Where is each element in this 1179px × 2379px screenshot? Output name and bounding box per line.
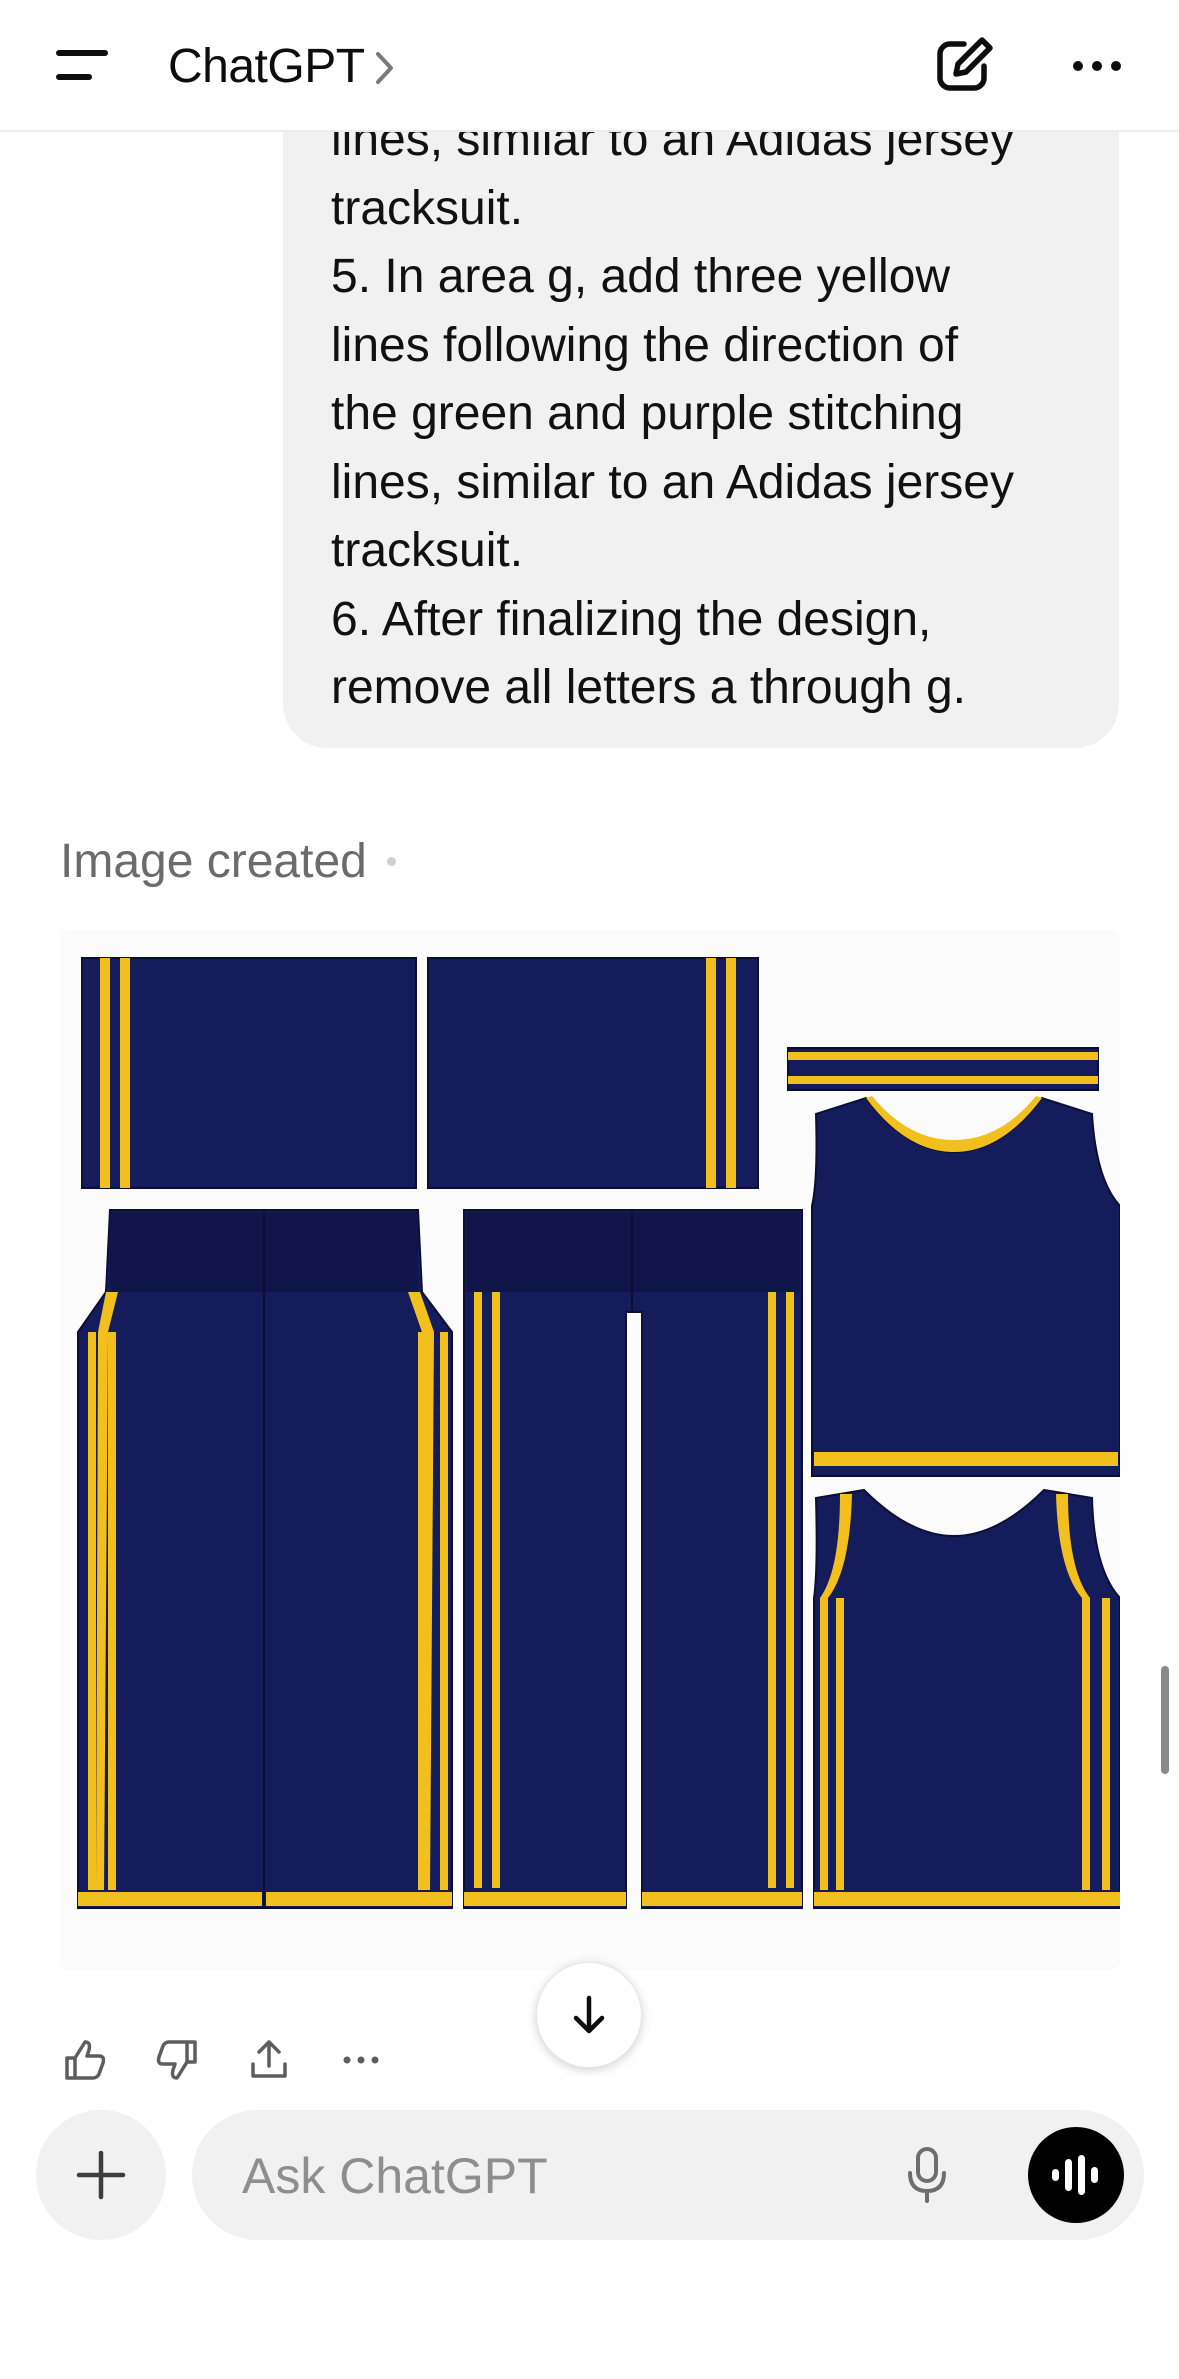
voice-waveform-icon [1052, 2155, 1098, 2195]
voice-mode-button[interactable] [1028, 2127, 1124, 2223]
message-actions [60, 2030, 386, 2090]
menu-icon[interactable] [40, 30, 130, 100]
thumbs-up-button[interactable] [60, 2035, 110, 2085]
image-created-label: Image created [60, 834, 396, 889]
thumbs-up-icon [65, 2040, 106, 2080]
more-options-button[interactable] [1052, 30, 1142, 102]
model-selector[interactable]: ChatGPT [168, 36, 397, 96]
composer [192, 2110, 1144, 2242]
more-actions-button[interactable] [336, 2035, 386, 2085]
user-message-bubble: lines, similar to an Adidas jersey track… [283, 40, 1119, 748]
status-dot [386, 857, 396, 866]
share-icon [251, 2040, 287, 2078]
more-icon [343, 2056, 379, 2064]
user-message-text: lines, similar to an Adidas jersey track… [331, 113, 1014, 714]
chat-input[interactable] [240, 2110, 844, 2242]
add-attachment-button[interactable] [36, 2110, 166, 2240]
thumbs-down-icon [156, 2040, 197, 2080]
new-chat-button[interactable] [920, 30, 1010, 102]
scroll-to-bottom-button[interactable] [536, 1962, 642, 2068]
app-title: ChatGPT [168, 39, 365, 93]
tracksuit-template-art: .n{fill:#151c5c;stroke:#0b0f33;stroke-wi… [77, 957, 1121, 1909]
chevron-right-icon [375, 52, 393, 84]
more-icon [1073, 61, 1083, 71]
image-created-text: Image created [60, 835, 367, 888]
generated-image[interactable]: .n{fill:#151c5c;stroke:#0b0f33;stroke-wi… [60, 930, 1121, 1970]
plus-icon [76, 2150, 126, 2200]
dictate-button[interactable] [892, 2140, 962, 2210]
microphone-icon [908, 2147, 946, 2203]
edit-icon [937, 37, 993, 91]
thumbs-down-button[interactable] [152, 2035, 202, 2085]
top-bar: ChatGPT [0, 0, 1179, 132]
arrow-down-icon [573, 1995, 605, 2034]
share-button[interactable] [244, 2035, 294, 2085]
scrollbar[interactable] [1161, 1666, 1169, 1774]
